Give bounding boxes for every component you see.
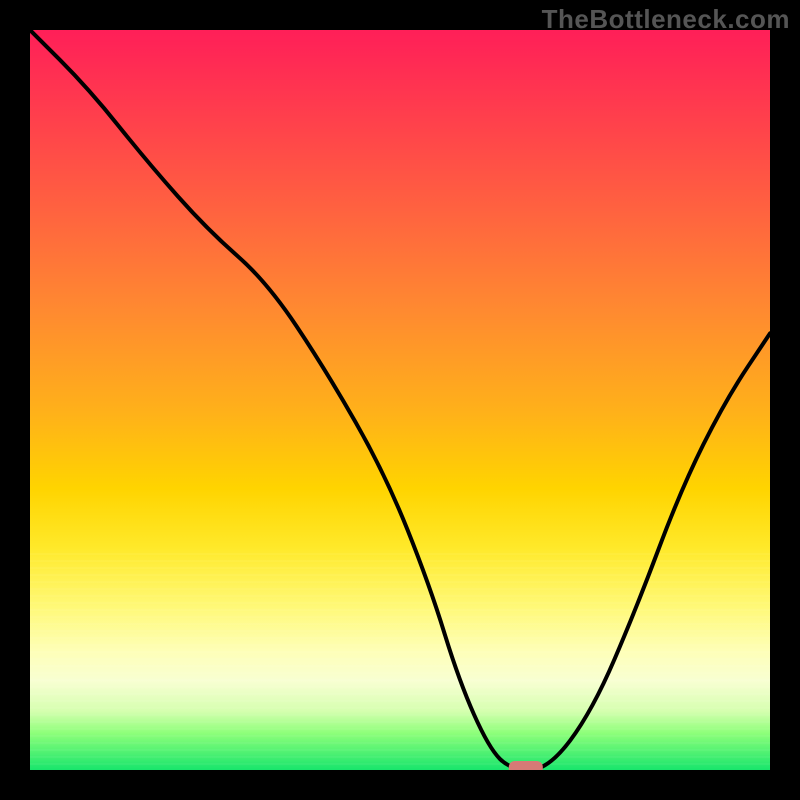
watermark-text: TheBottleneck.com <box>542 4 790 35</box>
curve-svg <box>30 30 770 770</box>
chart-frame: TheBottleneck.com <box>0 0 800 800</box>
plot-area <box>30 30 770 770</box>
bottleneck-curve <box>30 30 770 770</box>
optimal-point-marker <box>509 761 543 770</box>
